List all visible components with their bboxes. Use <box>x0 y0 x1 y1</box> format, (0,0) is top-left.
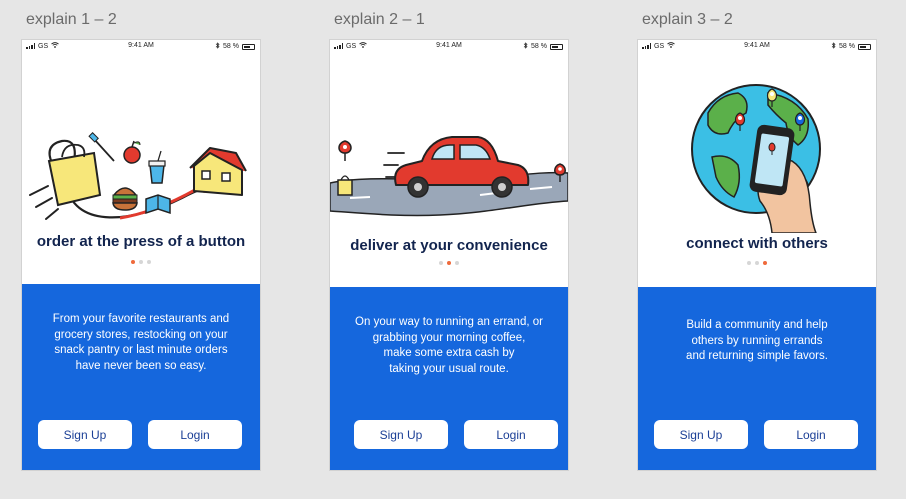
page-dot-2[interactable] <box>447 261 451 265</box>
onboarding-screen-3: GS 9:41 AM 58 % connect with others Buil… <box>638 40 876 470</box>
onboarding-screen-2: GS 9:41 AM 58 % deliver at your convenie… <box>330 40 568 470</box>
artboard-label: explain 2 – 1 <box>334 11 425 28</box>
page-dot-3[interactable] <box>455 261 459 265</box>
shopping-bag-icon <box>47 139 102 207</box>
battery-percent: 58 % <box>839 43 855 50</box>
bluetooth-icon <box>831 42 836 51</box>
description: Build a community and help others by run… <box>648 318 866 365</box>
description-line: From your favorite restaurants and <box>52 313 230 325</box>
info-panel: Build a community and help others by run… <box>638 287 876 470</box>
sign-up-button[interactable]: Sign Up <box>38 420 132 449</box>
description-line: snack pantry or last minute orders <box>54 344 228 356</box>
illustration-delivery-to-home <box>22 53 260 233</box>
page-indicator <box>22 260 260 264</box>
battery-percent: 58 % <box>223 43 239 50</box>
status-bar: GS 9:41 AM 58 % <box>638 40 876 53</box>
description: On your way to running an errand, or gra… <box>340 315 558 377</box>
page-dot-1[interactable] <box>131 260 135 264</box>
page-indicator <box>638 261 876 265</box>
login-button[interactable]: Login <box>148 420 242 449</box>
description-line: taking your usual route. <box>389 362 509 375</box>
battery-percent: 58 % <box>531 43 547 50</box>
shopping-bag-icon <box>337 175 353 196</box>
login-button[interactable]: Login <box>764 420 858 449</box>
description-line: grocery stores, restocking on your <box>54 328 228 341</box>
book-icon <box>145 194 171 215</box>
apple-icon <box>123 140 141 164</box>
illustration-globe-phone-hand <box>638 53 876 234</box>
page-dot-2[interactable] <box>139 260 143 264</box>
cup-icon <box>148 150 166 184</box>
onboarding-screen-1: GS 9:41 AM 58 % order at the press of a … <box>22 40 260 470</box>
description-line: and returning simple favors. <box>686 350 828 362</box>
battery-icon <box>858 43 871 50</box>
page-dot-3[interactable] <box>147 260 151 264</box>
description-line: grabbing your morning coffee, <box>372 331 526 344</box>
page-dot-1[interactable] <box>747 261 751 265</box>
description-line: have never been so easy. <box>75 359 207 372</box>
sign-up-button[interactable]: Sign Up <box>354 420 448 449</box>
headline: order at the press of a button <box>36 233 246 250</box>
description-line: others by running errands <box>691 334 823 347</box>
page-dot-2[interactable] <box>755 261 759 265</box>
battery-icon <box>550 43 563 50</box>
page-dot-1[interactable] <box>439 261 443 265</box>
status-bar: GS 9:41 AM 58 % <box>22 40 260 53</box>
artboard-label: explain 1 – 2 <box>26 11 117 28</box>
info-panel: From your favorite restaurants and groce… <box>22 284 260 470</box>
login-button[interactable]: Login <box>464 420 558 449</box>
page-dot-3[interactable] <box>763 261 767 265</box>
description: From your favorite restaurants and groce… <box>32 312 250 374</box>
sign-up-button[interactable]: Sign Up <box>654 420 748 449</box>
bluetooth-icon <box>523 42 528 51</box>
battery-icon <box>242 43 255 50</box>
description-line: make some extra cash by <box>383 347 515 359</box>
house-icon <box>189 147 247 196</box>
artboard-label: explain 3 – 2 <box>642 11 733 28</box>
bluetooth-icon <box>215 42 220 51</box>
location-pin-icon <box>338 140 352 161</box>
status-bar: GS 9:41 AM 58 % <box>330 40 568 53</box>
speed-lines-icon <box>29 185 59 220</box>
info-panel: On your way to running an errand, or gra… <box>330 287 568 470</box>
headline: connect with others <box>686 235 828 252</box>
page-indicator <box>330 261 568 265</box>
description-line: Build a community and help <box>686 319 828 331</box>
description-line: On your way to running an errand, or <box>355 316 543 328</box>
burger-icon <box>112 187 138 211</box>
headline: deliver at your convenience <box>350 237 548 254</box>
illustration-car-on-road <box>330 53 568 233</box>
